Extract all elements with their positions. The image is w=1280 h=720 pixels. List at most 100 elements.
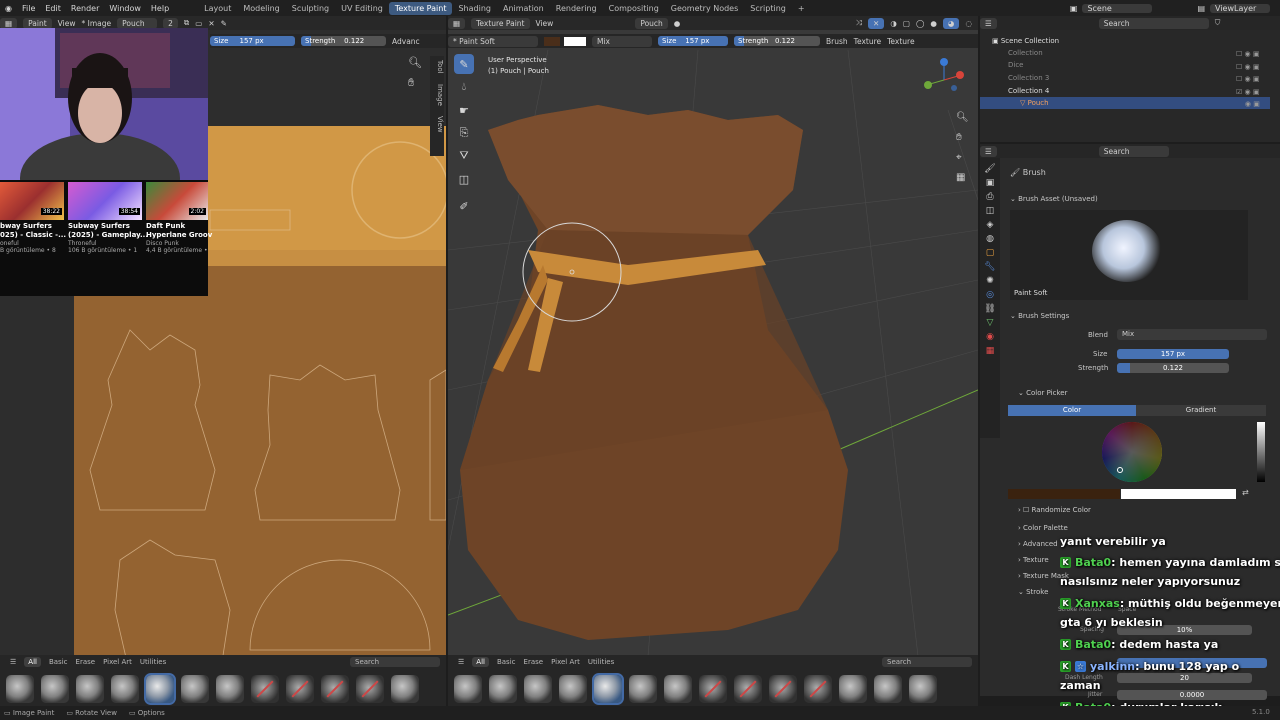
tab-view[interactable]: View <box>430 116 444 133</box>
modifier-tab-icon[interactable]: 🔧︎ <box>984 262 995 272</box>
brush-asset[interactable] <box>454 675 482 703</box>
asset-tab-all[interactable]: All <box>472 657 489 667</box>
draw-tool-icon[interactable]: ✎ <box>454 54 474 74</box>
view-layer-tab-icon[interactable]: ◫ <box>986 206 995 216</box>
brush-asset-selected[interactable] <box>592 673 624 705</box>
erase-brush-asset[interactable] <box>699 675 727 703</box>
erase-brush-asset[interactable] <box>734 675 762 703</box>
tab-scripting[interactable]: Scripting <box>744 2 792 15</box>
tab-rendering[interactable]: Rendering <box>550 2 603 15</box>
menu-edit[interactable]: Edit <box>40 4 66 13</box>
scene-tab-icon[interactable]: ◈ <box>987 220 994 230</box>
brush-asset[interactable] <box>524 675 552 703</box>
erase-brush-asset[interactable] <box>804 675 832 703</box>
viewport-zoom-icon[interactable]: 🔍︎ <box>956 112 969 123</box>
image-mode-dropdown[interactable]: Paint <box>23 17 52 29</box>
erase-brush-asset[interactable] <box>321 675 349 703</box>
jitter-field[interactable]: 0.0000 <box>1117 690 1267 700</box>
tab-compositing[interactable]: Compositing <box>603 2 665 15</box>
ortho-toggle-icon[interactable]: ▦ <box>956 172 965 183</box>
new-image-icon[interactable]: ⧉ <box>184 18 189 28</box>
stroke-panel[interactable]: ⌄ Stroke <box>1018 588 1048 596</box>
asset-tab-utilities[interactable]: Utilities <box>588 658 614 666</box>
output-tab-icon[interactable]: ⎙ <box>986 192 993 202</box>
image-menu[interactable]: * Image <box>81 19 111 28</box>
image-name-field[interactable]: Pouch <box>117 17 158 29</box>
tab-geometry-nodes[interactable]: Geometry Nodes <box>665 2 744 15</box>
brush-asset[interactable] <box>391 675 419 703</box>
brush-asset[interactable] <box>111 675 139 703</box>
tab-sculpting[interactable]: Sculpting <box>286 2 335 15</box>
viewport-canvas[interactable] <box>448 50 978 656</box>
asset-menu-icon[interactable]: ☰ <box>10 658 16 666</box>
color-palette-panel[interactable]: › Color Palette <box>1018 524 1068 532</box>
tab-layout[interactable]: Layout <box>198 2 237 15</box>
erase-brush-asset[interactable] <box>286 675 314 703</box>
asset-tab-pixel-art[interactable]: Pixel Art <box>103 658 132 666</box>
physics-tab-icon[interactable]: ◎ <box>986 290 994 300</box>
brush-asset[interactable] <box>489 675 517 703</box>
tab-modeling[interactable]: Modeling <box>237 2 285 15</box>
erase-brush-asset[interactable] <box>251 675 279 703</box>
asset-tab-basic[interactable]: Basic <box>497 658 516 666</box>
brush-asset[interactable] <box>216 675 244 703</box>
object-selector[interactable]: Pouch <box>635 17 668 29</box>
image-strength-slider[interactable]: Strength 0.122 <box>301 36 386 46</box>
video-card[interactable]: 38:54 Subway Surfers (2025) - Gameplay..… <box>68 182 148 296</box>
tab-uv-editing[interactable]: UV Editing <box>335 2 389 15</box>
image-asset-search[interactable]: Search <box>350 657 440 667</box>
viewport-editor-type-icon[interactable]: ▦ <box>448 17 466 29</box>
mask-tool-icon[interactable]: ◫ <box>454 169 474 189</box>
open-image-icon[interactable]: ▭ <box>195 19 202 28</box>
dash-length-field[interactable]: 20 <box>1117 673 1252 683</box>
brush-selector[interactable]: * Paint Soft <box>448 35 538 47</box>
swap-colors-icon[interactable]: ⇄ <box>1242 488 1249 497</box>
advanced-panel[interactable]: › Advanced <box>1018 540 1058 548</box>
brush-asset-panel[interactable]: ⌄ Brush Asset (Unsaved) <box>1010 195 1098 203</box>
viewport-strength-slider[interactable]: Strength 0.122 <box>734 36 820 46</box>
brush-settings-panel[interactable]: ⌄ Brush Settings <box>1010 312 1069 320</box>
xray-icon[interactable]: ▢ <box>903 19 910 28</box>
soften-tool-icon[interactable]: 💧︎ <box>454 77 474 97</box>
visibility-toggles[interactable]: ☐ ◉ ▣ ☐ ◉ ▣ ☐ ◉ ▣ ☑ ◉ ▣ ◉ ▣ <box>1236 48 1260 111</box>
viewport-asset-search[interactable]: Search <box>882 657 972 667</box>
camera-view-icon[interactable]: ⌖ <box>956 152 962 163</box>
asset-tab-utilities[interactable]: Utilities <box>140 658 166 666</box>
filter-icon[interactable]: ⛉ <box>1215 18 1221 28</box>
image-view-menu[interactable]: View <box>58 19 76 28</box>
color-picker-panel[interactable]: ⌄ Color Picker <box>1018 389 1067 397</box>
secondary-color-swatch[interactable] <box>544 36 560 46</box>
overlay-icon[interactable]: ◑ <box>890 19 897 28</box>
material-tab-icon[interactable]: ◉ <box>986 332 994 342</box>
viewport-size-slider[interactable]: Size 157 px <box>658 36 728 46</box>
tab-shading[interactable]: Shading <box>452 2 497 15</box>
viewport-view-menu[interactable]: View <box>536 19 554 28</box>
blend-select[interactable]: Mix <box>1117 329 1267 340</box>
render-shading-icon[interactable]: ◌ <box>965 19 972 28</box>
texture-menu[interactable]: Texture <box>854 37 881 46</box>
brush-asset[interactable] <box>41 675 69 703</box>
video-card[interactable]: 38:22 bway Surfers 025) - Classic -... o… <box>0 182 66 296</box>
brush-menu[interactable]: Brush <box>826 37 848 46</box>
data-tab-icon[interactable]: ▽ <box>987 318 994 328</box>
color-wheel-cursor[interactable] <box>1117 467 1123 473</box>
brush-asset[interactable] <box>559 675 587 703</box>
blend-dropdown[interactable]: Mix <box>592 35 652 47</box>
erase-brush-asset[interactable] <box>769 675 797 703</box>
outliner-editor-icon[interactable]: ☰ <box>980 17 997 29</box>
material-shading-icon[interactable]: ◕ <box>942 17 960 29</box>
texture-tab-icon[interactable]: ▦ <box>986 346 995 356</box>
color-swatch-secondary[interactable] <box>1008 489 1120 499</box>
brush-preview[interactable]: Paint Soft <box>1010 210 1248 300</box>
brush-asset[interactable] <box>629 675 657 703</box>
randomize-color-option[interactable]: › ☐ Randomize Color <box>1018 506 1091 514</box>
strength-slider[interactable]: 0.122 <box>1117 363 1229 373</box>
primary-color-swatch[interactable] <box>564 36 586 46</box>
symmetry-icon[interactable]: ✕ <box>868 17 885 29</box>
menu-help[interactable]: Help <box>146 4 174 13</box>
brush-asset[interactable] <box>76 675 104 703</box>
add-workspace-icon[interactable]: + <box>792 2 811 15</box>
unlink-image-icon[interactable]: ✕ <box>208 19 214 28</box>
outliner-scene-collection[interactable]: ▣ Scene Collection <box>992 35 1272 47</box>
tab-animation[interactable]: Animation <box>497 2 550 15</box>
